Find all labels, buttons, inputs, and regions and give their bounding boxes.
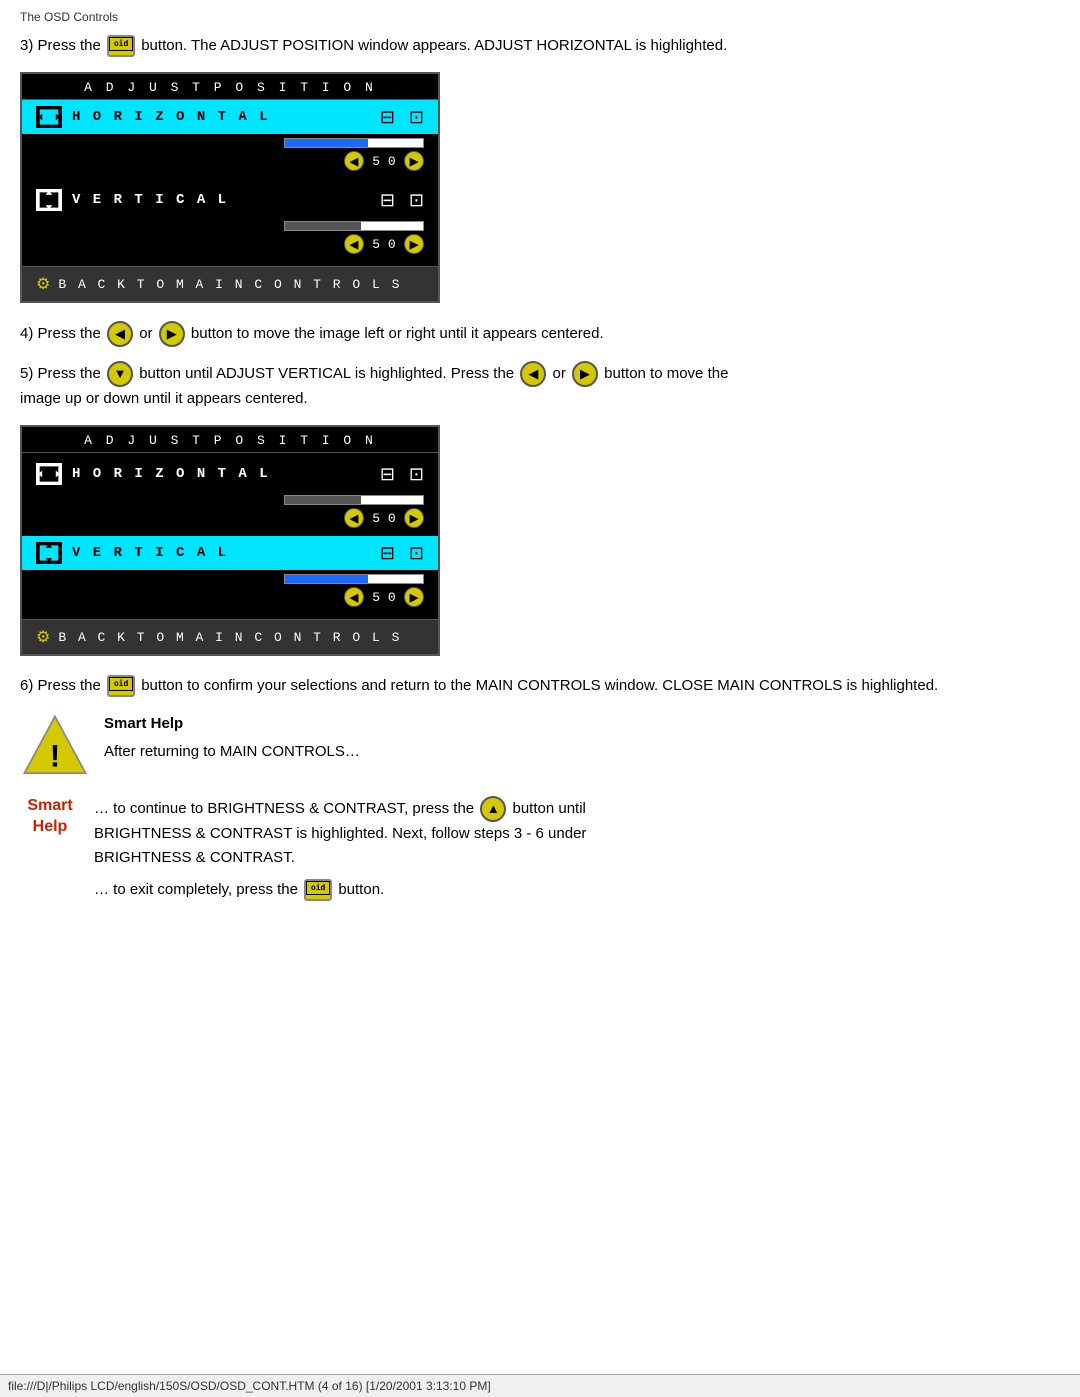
footer-text: file:///D|/Philips LCD/english/150S/OSD/… (8, 1379, 491, 1393)
step4-text: 4) Press the (20, 325, 101, 342)
v-left-btn-2[interactable]: ◀ (344, 587, 364, 607)
back-label-2: B A C K T O M A I N C O N T R O L S (58, 630, 401, 645)
h-value-1: 5 0 (370, 154, 398, 169)
footer-bar: file:///D|/Philips LCD/english/150S/OSD/… (0, 1374, 1080, 1397)
smart-help-line1-text: … to continue to BRIGHTNESS & CONTRAST, … (94, 800, 474, 817)
step4-para: 4) Press the ◀ or ▶ button to move the i… (20, 321, 1060, 347)
h-left-btn-2[interactable]: ◀ (344, 508, 364, 528)
step5-line2: image up or down until it appears center… (20, 390, 308, 407)
step5-suffix: button until ADJUST VERTICAL is highligh… (139, 365, 514, 382)
step5-suffix3: button to move the (604, 365, 728, 382)
vertical-row-1: V E R T I C A L ⊟ ⊡ (22, 183, 438, 217)
back-icon-2: ⚙ (36, 627, 50, 647)
horizontal-icon-2 (36, 463, 62, 485)
step3-para: 3) Press the oid button. The ADJUST POSI… (20, 34, 1060, 58)
step3-prefix: 3) Press the (20, 37, 101, 54)
h-slider-row-2: ◀ 5 0 ▶ (22, 491, 438, 536)
osd-button-icon-1: oid (107, 35, 135, 57)
step6-suffix: button to confirm your selections and re… (141, 677, 938, 694)
back-icon-1: ⚙ (36, 274, 50, 294)
exit-line2-text: button. (338, 881, 384, 898)
smart-help-line2: BRIGHTNESS & CONTRAST is highlighted. Ne… (94, 825, 586, 842)
down-arrow-btn[interactable]: ▼ (107, 361, 133, 387)
adjust-panel-2: A D J U S T P O S I T I O N H O R I Z O … (20, 425, 440, 656)
v-right-icon-2: ⊡ (409, 543, 424, 564)
v-left-btn-1[interactable]: ◀ (344, 234, 364, 254)
v-slider-row-1: ◀ 5 0 ▶ (22, 217, 438, 262)
adjust-panel-1: A D J U S T P O S I T I O N H O R I Z O … (20, 72, 440, 303)
h-left-btn-1[interactable]: ◀ (344, 151, 364, 171)
h-right-icon-2: ⊡ (409, 464, 424, 485)
v-value-1: 5 0 (370, 237, 398, 252)
smart-help-title: Smart Help (104, 712, 360, 736)
right-arrow-btn-1[interactable]: ▶ (159, 321, 185, 347)
smart-help-text: Smart Help After returning to MAIN CONTR… (104, 712, 360, 764)
horizontal-row-1: H O R I Z O N T A L ⊟ ⊡ (22, 100, 438, 134)
h-left-icon-2: ⊟ (380, 464, 395, 485)
smart-help-section: ! Smart Help After returning to MAIN CON… (20, 712, 1060, 782)
h-value-2: 5 0 (370, 511, 398, 526)
smart-help-main: SmartHelp … to continue to BRIGHTNESS & … (20, 796, 1060, 902)
h-right-btn-2[interactable]: ▶ (404, 508, 424, 528)
vertical-label-1: V E R T I C A L (72, 192, 228, 208)
v-ctrl-icons-1: ⊟ ⊡ (380, 190, 424, 211)
h-left-icon-1: ⊟ (380, 107, 395, 128)
left-arrow-btn-1[interactable]: ◀ (107, 321, 133, 347)
right-arrow-btn-2[interactable]: ▶ (572, 361, 598, 387)
svg-text:!: ! (50, 737, 61, 773)
smart-help-label-text: SmartHelp (27, 797, 72, 835)
step6-para: 6) Press the oid button to confirm your … (20, 674, 1060, 698)
left-arrow-btn-2[interactable]: ◀ (520, 361, 546, 387)
vertical-label-2: V E R T I C A L (72, 545, 228, 561)
vertical-icon-2 (36, 542, 62, 564)
h-right-icon-1: ⊡ (409, 107, 424, 128)
horizontal-label-1: H O R I Z O N T A L (72, 109, 270, 125)
v-left-icon-2: ⊟ (380, 543, 395, 564)
v-value-2: 5 0 (370, 590, 398, 605)
smart-help-line1b: button until (512, 800, 585, 817)
v-right-btn-2[interactable]: ▶ (404, 587, 424, 607)
smart-help-line3: BRIGHTNESS & CONTRAST. (94, 849, 295, 866)
horizontal-label-2: H O R I Z O N T A L (72, 466, 270, 482)
page-title: The OSD Controls (20, 10, 118, 24)
step4-suffix2: button to move the image left or right u… (191, 325, 604, 342)
v-right-btn-1[interactable]: ▶ (404, 234, 424, 254)
h-right-btn-1[interactable]: ▶ (404, 151, 424, 171)
step5-para: 5) Press the ▼ button until ADJUST VERTI… (20, 361, 1060, 411)
osd-button-icon-2: oid (107, 675, 135, 697)
back-row-2: ⚙ B A C K T O M A I N C O N T R O L S (22, 619, 438, 654)
step6-text: 6) Press the (20, 677, 101, 694)
osd-button-icon-3: oid (304, 879, 332, 901)
step3-suffix: button. The ADJUST POSITION window appea… (141, 37, 727, 54)
v-ctrl-icons-2: ⊟ ⊡ (380, 543, 424, 564)
panel1-title: A D J U S T P O S I T I O N (22, 74, 438, 100)
h-ctrl-icons-1: ⊟ ⊡ (380, 107, 424, 128)
horizontal-row-2: H O R I Z O N T A L ⊟ ⊡ (22, 457, 438, 491)
exit-line-text: … to exit completely, press the (94, 881, 298, 898)
smart-help-line1: … to continue to BRIGHTNESS & CONTRAST, … (94, 796, 1060, 870)
smart-help-exit: … to exit completely, press the oid butt… (94, 878, 1060, 902)
step4-or: or (139, 325, 157, 342)
page-title-bar: The OSD Controls (20, 10, 1060, 24)
up-arrow-btn[interactable]: ▲ (480, 796, 506, 822)
vertical-row-2: V E R T I C A L ⊟ ⊡ (22, 536, 438, 570)
horizontal-icon-1 (36, 106, 62, 128)
after-returning-text: After returning to MAIN CONTROLS… (104, 740, 360, 764)
step5-text: 5) Press the (20, 365, 101, 382)
v-right-icon-1: ⊡ (409, 190, 424, 211)
vertical-icon-1 (36, 189, 62, 211)
back-row-1: ⚙ B A C K T O M A I N C O N T R O L S (22, 266, 438, 301)
h-slider-row-1: ◀ 5 0 ▶ (22, 134, 438, 179)
panel2-title: A D J U S T P O S I T I O N (22, 427, 438, 453)
smart-help-label: SmartHelp (20, 796, 80, 838)
v-left-icon-1: ⊟ (380, 190, 395, 211)
warning-triangle-icon: ! (20, 712, 90, 782)
h-ctrl-icons-2: ⊟ ⊡ (380, 464, 424, 485)
v-slider-row-2: ◀ 5 0 ▶ (22, 570, 438, 615)
step5-or: or (552, 365, 570, 382)
back-label-1: B A C K T O M A I N C O N T R O L S (58, 277, 401, 292)
smart-help-content: … to continue to BRIGHTNESS & CONTRAST, … (94, 796, 1060, 902)
